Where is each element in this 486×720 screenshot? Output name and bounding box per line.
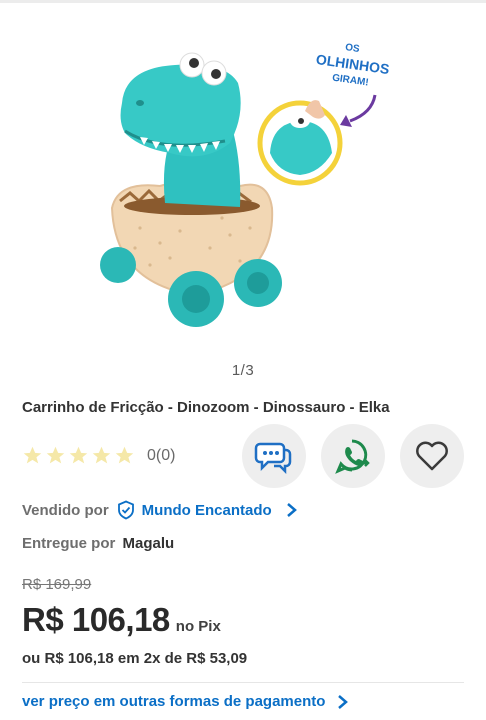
- payment-link-label: ver preço em outras formas de pagamento: [22, 693, 326, 710]
- rating-stars: [22, 445, 135, 466]
- whatsapp-icon: [335, 439, 370, 474]
- star-icon: [23, 446, 42, 464]
- seller-info[interactable]: Vendido por Mundo Encantado: [22, 500, 298, 520]
- delivery-info: Entregue por Magalu: [22, 535, 174, 552]
- seller-name-link[interactable]: Mundo Encantado: [142, 502, 272, 519]
- favorite-button[interactable]: [400, 424, 464, 488]
- chevron-right-icon: [286, 503, 297, 517]
- whatsapp-share-button[interactable]: [321, 424, 385, 488]
- star-icon: [115, 446, 134, 464]
- seller-label: Vendido por: [22, 501, 109, 519]
- delivery-carrier: Magalu: [122, 535, 175, 552]
- price-method: no Pix: [175, 618, 221, 635]
- current-price: R$ 106,18: [22, 601, 170, 638]
- chat-button[interactable]: [242, 424, 306, 488]
- chat-bubbles-icon: [254, 442, 292, 474]
- product-rating[interactable]: 0(0): [22, 445, 175, 466]
- old-price: R$ 169,99: [22, 576, 92, 593]
- installments-text: ou R$ 106,18 em 2x de R$ 53,09: [22, 650, 248, 667]
- rating-count: 0(0): [147, 446, 176, 464]
- callout-line-1: OS: [344, 42, 360, 55]
- chevron-right-icon: [338, 694, 349, 709]
- product-image-gallery[interactable]: OS OLHINHOS GIRAM!: [0, 3, 486, 355]
- callout-line-2: OLHINHOS: [315, 51, 390, 77]
- image-pager: 1/3: [231, 362, 255, 379]
- heart-icon: [416, 441, 448, 471]
- delivery-label: Entregue por: [22, 535, 116, 552]
- price-row: R$ 106,18 no Pix: [22, 601, 221, 639]
- star-icon: [69, 446, 88, 464]
- star-icon: [92, 446, 111, 464]
- callout-line-3: GIRAM!: [331, 73, 369, 89]
- divider: [22, 682, 464, 683]
- star-icon: [46, 446, 65, 464]
- other-payment-methods-link[interactable]: ver preço em outras formas de pagamento: [22, 693, 349, 710]
- verified-shield-icon: [117, 500, 134, 520]
- product-title: Carrinho de Fricção - Dinozoom - Dinossa…: [22, 399, 390, 416]
- product-image: OS OLHINHOS GIRAM!: [100, 42, 390, 327]
